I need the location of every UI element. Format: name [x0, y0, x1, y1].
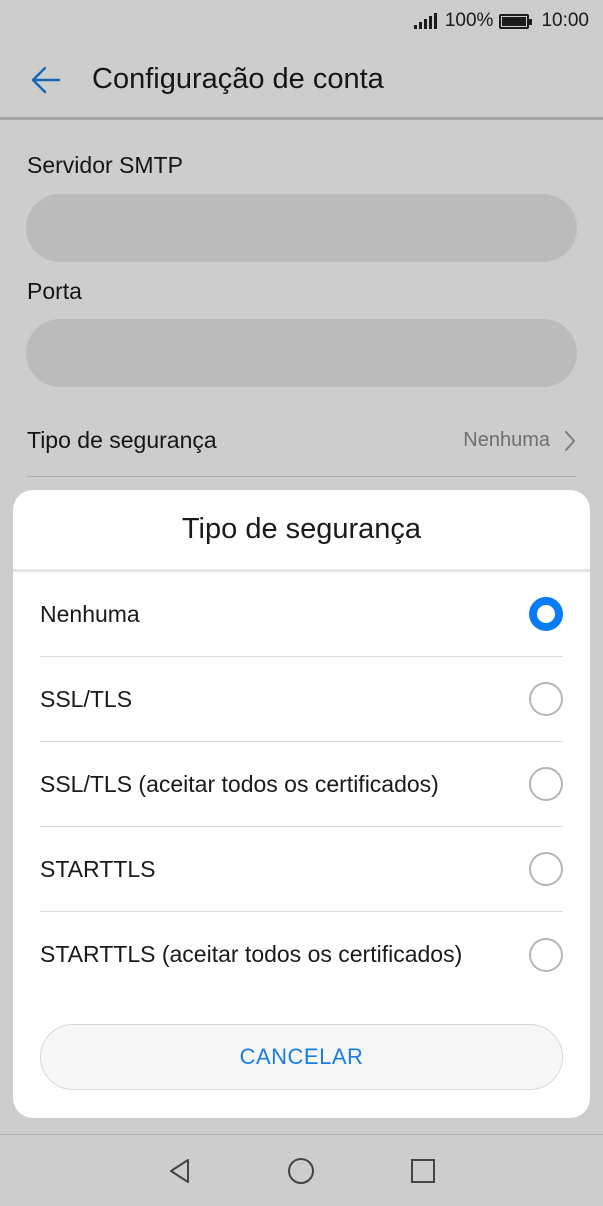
screen: 100% 10:00 Configuração de conta Servido… — [0, 0, 603, 1206]
option-label: SSL/TLS (aceitar todos os certificados) — [40, 770, 439, 797]
option-starttls[interactable]: STARTTLS — [40, 827, 563, 912]
radio-unchecked-icon[interactable] — [529, 682, 563, 716]
radio-unchecked-icon[interactable] — [529, 937, 563, 972]
security-type-dialog: Tipo de segurança Nenhuma SSL/TLS SSL/TL… — [13, 490, 590, 1118]
option-nenhuma[interactable]: Nenhuma — [40, 572, 563, 657]
dialog-title: Tipo de segurança — [13, 490, 590, 572]
radio-unchecked-icon[interactable] — [529, 852, 563, 886]
option-starttls-accept-all[interactable]: STARTTLS (aceitar todos os certificados) — [40, 912, 563, 997]
options-list: Nenhuma SSL/TLS SSL/TLS (aceitar todos o… — [13, 572, 590, 997]
option-label: Nenhuma — [40, 600, 140, 627]
radio-unchecked-icon[interactable] — [529, 767, 563, 801]
option-label: SSL/TLS — [40, 685, 133, 712]
radio-checked-icon[interactable] — [529, 597, 563, 631]
cancel-button[interactable]: CANCELAR — [40, 1024, 563, 1090]
option-ssl-tls-accept-all[interactable]: SSL/TLS (aceitar todos os certificados) — [40, 742, 563, 827]
option-label: STARTTLS — [40, 855, 156, 882]
option-label: STARTTLS (aceitar todos os certificados) — [40, 941, 463, 967]
option-ssl-tls[interactable]: SSL/TLS — [40, 657, 563, 742]
